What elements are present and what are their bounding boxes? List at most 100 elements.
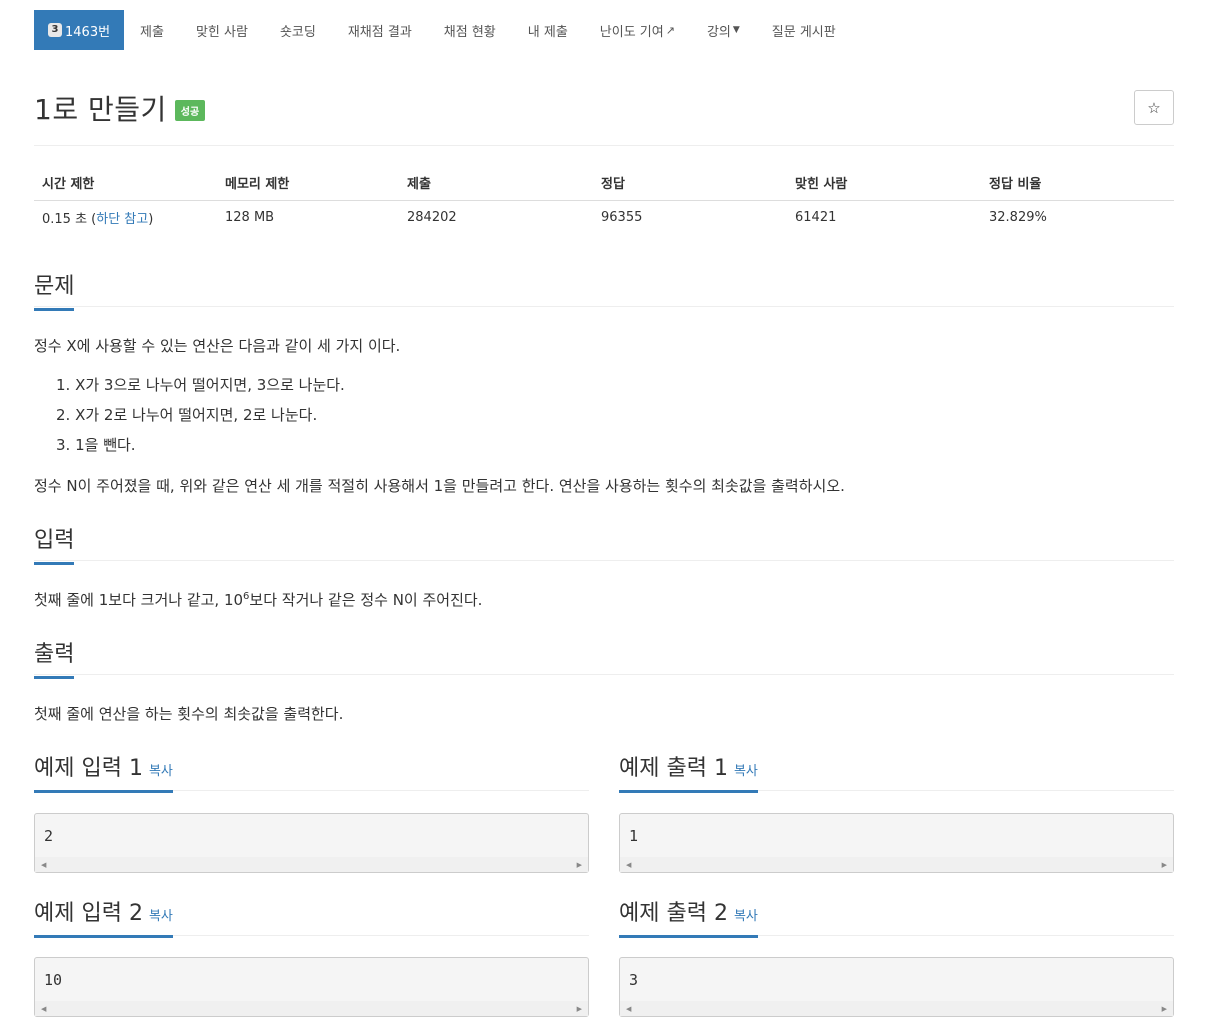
operations-list: 1. X가 3으로 나누어 떨어지면, 3으로 나눈다. 2. X가 2로 나누… [56, 374, 345, 464]
scroll-left-icon[interactable]: ◀ [626, 861, 631, 869]
time-limit-close: ) [148, 211, 154, 227]
tab-short-coding[interactable]: 숏코딩 [264, 10, 332, 50]
scroll-right-icon[interactable]: ▶ [1162, 861, 1167, 869]
sample-output-2-header: 예제 출력 2 복사 [619, 895, 1174, 938]
list-item: 2. X가 2로 나누어 떨어지면, 2로 나눈다. [56, 406, 318, 424]
sample-input-2-box[interactable]: 10 ◀ ▶ [34, 957, 589, 1017]
tab-solvers-label: 맞힌 사람 [195, 24, 248, 40]
header-memory-limit: 메모리 제한 [217, 165, 399, 201]
scroll-left-icon[interactable]: ◀ [41, 1005, 46, 1013]
time-limit-note-link[interactable]: 하단 참고 [96, 212, 148, 227]
caret-down-icon: ▼ [732, 25, 740, 35]
sample-input-1-box[interactable]: 2 ◀ ▶ [34, 813, 589, 873]
tab-my-submissions-label: 내 제출 [527, 24, 568, 40]
divider [34, 560, 1174, 561]
tab-rejudge-results[interactable]: 재채점 결과 [332, 10, 428, 50]
header-solvers: 맞힌 사람 [787, 165, 981, 201]
scroll-right-icon[interactable]: ▶ [577, 1005, 582, 1013]
description-section-header: 문제 [34, 268, 1174, 311]
sample-input-2-title: 예제 입력 2 복사 [34, 895, 173, 938]
tab-difficulty-label: 난이도 기여 [599, 24, 664, 40]
horizontal-scrollbar[interactable]: ◀ ▶ [35, 1001, 588, 1016]
sample-input-1-title-text: 예제 입력 1 [34, 756, 143, 781]
description-task: 정수 N이 주어졌을 때, 위와 같은 연산 세 개를 적절히 사용해서 1을 … [34, 477, 845, 495]
sample-input-2-title-text: 예제 입력 2 [34, 901, 143, 926]
input-description: 첫째 줄에 1보다 크거나 같고, 106보다 작거나 같은 정수 N이 주어진… [34, 589, 482, 610]
problem-menu: 3 1463번 제출 맞힌 사람 숏코딩 재채점 결과 채점 현황 내 제출 난… [34, 10, 852, 50]
page-title: 1로 만들기 [34, 93, 167, 126]
sample-output-2-data: 3 [629, 971, 639, 989]
copy-sample-input-2-button[interactable]: 복사 [149, 909, 173, 924]
divider [34, 306, 1174, 307]
time-limit-cell: 0.15 초 (하단 참고) [34, 200, 217, 234]
table-row: 0.15 초 (하단 참고) 128 MB 284202 96355 61421… [34, 200, 1174, 234]
tab-lectures-label: 강의 [706, 24, 731, 40]
copy-sample-output-2-button[interactable]: 복사 [734, 909, 758, 924]
tier-icon: 3 [48, 23, 62, 37]
divider [34, 674, 1174, 675]
input-section-header: 입력 [34, 522, 1174, 565]
tab-lectures-dropdown[interactable]: 강의 ▼ [691, 10, 756, 50]
output-heading: 출력 [34, 636, 75, 679]
external-link-icon: ↗ [665, 23, 675, 37]
tab-submit[interactable]: 제출 [124, 10, 180, 50]
sample-input-1-header: 예제 입력 1 복사 [34, 750, 589, 793]
problem-info-table: 시간 제한 메모리 제한 제출 정답 맞힌 사람 정답 비율 0.15 초 (하… [34, 165, 1174, 234]
sample-output-2-title-text: 예제 출력 2 [619, 901, 728, 926]
header-ratio: 정답 비율 [981, 165, 1174, 201]
input-heading: 입력 [34, 522, 75, 565]
divider [34, 145, 1174, 146]
scroll-right-icon[interactable]: ▶ [577, 861, 582, 869]
horizontal-scrollbar[interactable]: ◀ ▶ [620, 857, 1173, 872]
table-header-row: 시간 제한 메모리 제한 제출 정답 맞힌 사람 정답 비율 [34, 165, 1174, 201]
favorite-button[interactable]: ☆ [1134, 90, 1174, 125]
sample-input-1-data: 2 [44, 827, 54, 845]
horizontal-scrollbar[interactable]: ◀ ▶ [620, 1001, 1173, 1016]
sample-output-1-data: 1 [629, 827, 639, 845]
header-time-limit: 시간 제한 [34, 165, 217, 201]
sample-output-1-title-text: 예제 출력 1 [619, 756, 728, 781]
input-text-before: 첫째 줄에 1보다 크거나 같고, 10 [34, 591, 244, 609]
time-limit-value: 0.15 초 ( [42, 211, 97, 227]
tab-status-label: 채점 현황 [443, 24, 496, 40]
sample-input-2-data: 10 [44, 971, 63, 989]
description-heading: 문제 [34, 268, 75, 311]
submissions-cell: 284202 [407, 209, 457, 225]
memory-limit-cell: 128 MB [225, 209, 275, 225]
ratio-cell: 32.829% [989, 209, 1047, 225]
tab-difficulty-contribution[interactable]: 난이도 기여 ↗ [584, 10, 691, 50]
horizontal-scrollbar[interactable]: ◀ ▶ [35, 857, 588, 872]
header-accepted: 정답 [593, 165, 787, 201]
scroll-left-icon[interactable]: ◀ [41, 861, 46, 869]
copy-sample-output-1-button[interactable]: 복사 [734, 764, 758, 779]
star-icon: ☆ [1147, 98, 1161, 117]
solvers-cell: 61421 [795, 209, 837, 225]
output-section-header: 출력 [34, 636, 1174, 679]
sample-input-2-header: 예제 입력 2 복사 [34, 895, 589, 938]
tab-status[interactable]: 채점 현황 [428, 10, 512, 50]
status-badge: 성공 [174, 99, 206, 121]
accepted-cell: 96355 [601, 209, 643, 225]
sample-output-1-box[interactable]: 1 ◀ ▶ [619, 813, 1174, 873]
tab-question-board-label: 질문 게시판 [771, 24, 836, 40]
tab-solvers[interactable]: 맞힌 사람 [180, 10, 264, 50]
problem-id-label: 1463번 [65, 24, 111, 40]
title-row: 1로 만들기 성공 [34, 88, 206, 128]
tab-submit-label: 제출 [140, 24, 164, 40]
output-description: 첫째 줄에 연산을 하는 횟수의 최솟값을 출력한다. [34, 705, 344, 723]
sample-output-1-title: 예제 출력 1 복사 [619, 750, 758, 793]
sample-output-2-box[interactable]: 3 ◀ ▶ [619, 957, 1174, 1017]
copy-sample-input-1-button[interactable]: 복사 [149, 764, 173, 779]
tab-rejudge-results-label: 재채점 결과 [347, 24, 412, 40]
tab-short-coding-label: 숏코딩 [279, 24, 316, 40]
sample-output-2-title: 예제 출력 2 복사 [619, 895, 758, 938]
description-intro: 정수 X에 사용할 수 있는 연산은 다음과 같이 세 가지 이다. [34, 337, 401, 355]
scroll-left-icon[interactable]: ◀ [626, 1005, 631, 1013]
tab-my-submissions[interactable]: 내 제출 [512, 10, 584, 50]
sample-input-1-title: 예제 입력 1 복사 [34, 750, 173, 793]
tab-problem[interactable]: 3 1463번 [34, 10, 125, 50]
tab-question-board[interactable]: 질문 게시판 [756, 10, 852, 50]
scroll-right-icon[interactable]: ▶ [1162, 1005, 1167, 1013]
list-item: 3. 1을 뺀다. [56, 436, 136, 454]
input-text-after: 보다 작거나 같은 정수 N이 주어진다. [249, 591, 483, 609]
